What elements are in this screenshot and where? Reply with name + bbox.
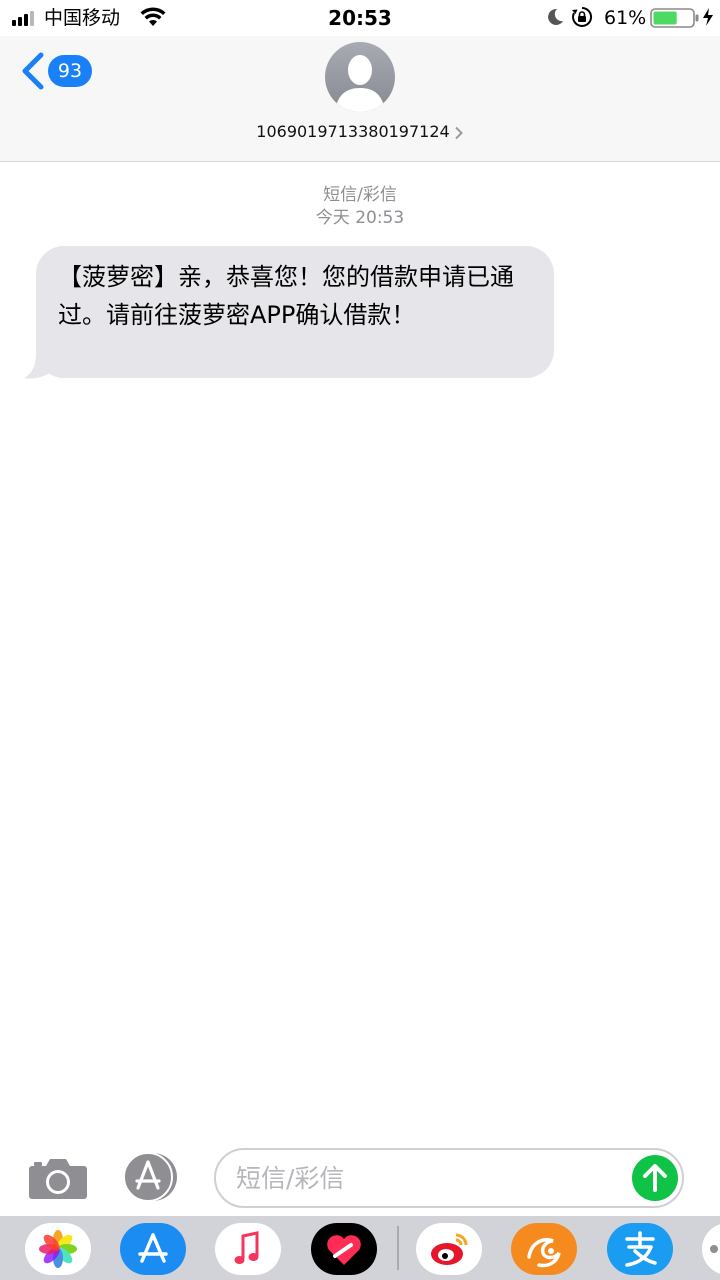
message-text-field[interactable] [214,1148,684,1208]
back-button[interactable]: 93 [20,52,100,92]
message-type-label: 短信/彩信 [323,185,397,205]
arrow-up-icon [643,1164,667,1192]
conversation-header: 93 1069019713380197124 [0,36,720,162]
message-timestamp: 今天 20:53 [315,208,405,228]
alipay-icon[interactable] [607,1223,673,1275]
charging-bolt-icon [703,8,713,26]
app-store-icon[interactable] [120,1223,186,1275]
do-not-disturb-icon [548,8,563,25]
music-icon[interactable] [215,1223,281,1275]
app-store-icon[interactable] [120,1152,184,1202]
compose-bar [0,1140,720,1216]
rotation-lock-icon [572,6,593,27]
camera-icon[interactable] [28,1154,88,1200]
person-silhouette-icon [335,55,385,112]
unread-count-badge: 93 [48,55,92,87]
chevron-right-icon [454,126,463,139]
weibo-icon[interactable] [416,1223,482,1275]
contact-avatar[interactable] [325,42,395,112]
contact-number: 1069019713380197124 [256,122,450,141]
digital-touch-icon[interactable] [311,1223,377,1275]
imessage-app-drawer [0,1216,720,1280]
send-button[interactable] [632,1155,678,1201]
contact-details-link[interactable]: 1069019713380197124 [0,120,720,144]
uc-browser-icon[interactable] [511,1223,577,1275]
message-input[interactable] [236,1158,626,1198]
status-bar: 中国移动 20:53 61% [0,0,720,36]
battery-icon [650,8,699,28]
incoming-message-bubble[interactable]: 【菠萝密】亲，恭喜您！您的借款申请已通过。请前往菠萝密APP确认借款！ [36,246,554,378]
drawer-divider [397,1226,399,1270]
more-icon[interactable] [702,1223,720,1275]
chevron-left-icon [22,52,44,90]
photos-icon[interactable] [25,1223,91,1275]
battery-percentage: 61% [604,7,647,29]
messages-app: 中国移动 20:53 61% 93 1069019713380197124 短信… [0,0,720,1280]
